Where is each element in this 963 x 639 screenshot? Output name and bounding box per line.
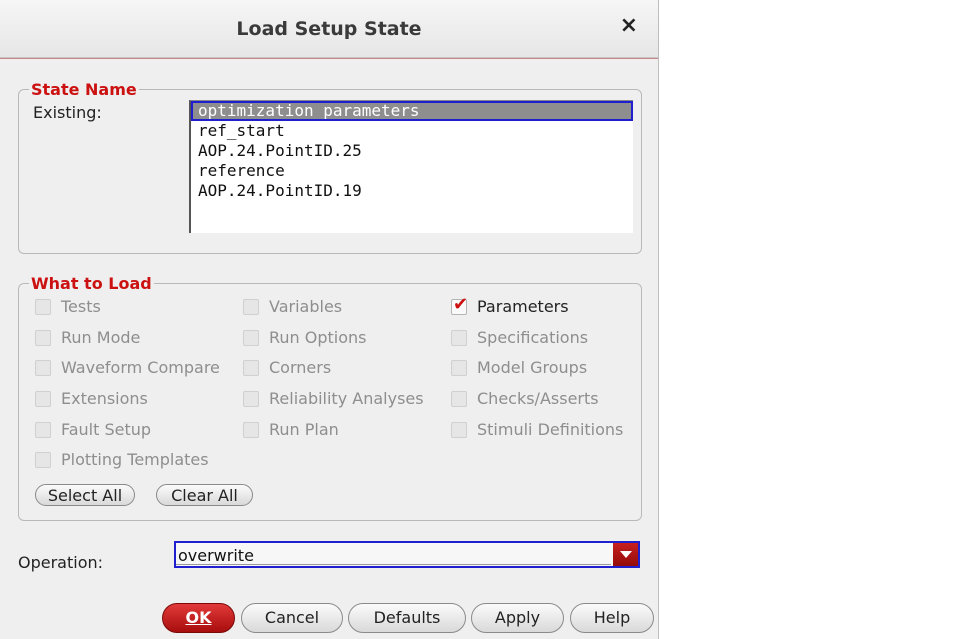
checkbox-unchecked-icon[interactable]: [35, 298, 51, 315]
help-label: Help: [593, 608, 631, 627]
checkbox-variables[interactable]: Variables: [243, 297, 342, 316]
checkbox-label: Waveform Compare: [61, 358, 220, 377]
checkbox-unchecked-icon[interactable]: [35, 421, 51, 438]
checkbox-run-mode[interactable]: Run Mode: [35, 328, 140, 347]
chevron-down-icon[interactable]: [613, 543, 638, 566]
operation-underline: [176, 564, 611, 565]
checkbox-unchecked-icon[interactable]: [451, 359, 467, 376]
checkbox-unchecked-icon[interactable]: [35, 359, 51, 376]
checkbox-stimuli-definitions[interactable]: Stimuli Definitions: [451, 420, 623, 439]
checkbox-label: Run Options: [269, 328, 367, 347]
checkbox-unchecked-icon[interactable]: [451, 390, 467, 407]
checkbox-label: Corners: [269, 358, 332, 377]
dialog-title: Load Setup State: [236, 18, 422, 40]
operation-value: overwrite: [178, 546, 254, 565]
checkbox-label: Checks/Asserts: [477, 389, 599, 408]
checkbox-reliability-analyses[interactable]: Reliability Analyses: [243, 389, 424, 408]
state-list-item[interactable]: AOP.24.PointID.25: [191, 141, 633, 161]
checkbox-label: Tests: [61, 297, 101, 316]
select-all-button[interactable]: Select All: [35, 484, 135, 506]
checkbox-unchecked-icon[interactable]: [35, 390, 51, 407]
checkbox-extensions[interactable]: Extensions: [35, 389, 148, 408]
title-bar: Load Setup State ×: [0, 0, 658, 59]
checkbox-plotting-templates[interactable]: Plotting Templates: [35, 450, 209, 469]
checkbox-checks-asserts[interactable]: Checks/Asserts: [451, 389, 599, 408]
checkbox-label: Specifications: [477, 328, 589, 347]
close-icon[interactable]: ×: [620, 15, 638, 37]
checkbox-unchecked-icon[interactable]: [243, 359, 259, 376]
ok-label: OK: [185, 608, 212, 627]
ok-button[interactable]: OK: [162, 603, 235, 633]
state-list-item[interactable]: AOP.24.PointID.19: [191, 181, 633, 201]
cancel-button[interactable]: Cancel: [241, 603, 343, 633]
checkbox-label: Fault Setup: [61, 420, 152, 439]
checkbox-unchecked-icon[interactable]: [243, 421, 259, 438]
checkbox-waveform-compare[interactable]: Waveform Compare: [35, 358, 220, 377]
checkmark-icon: ✔: [453, 293, 469, 315]
checkbox-run-options[interactable]: Run Options: [243, 328, 367, 347]
checkbox-unchecked-icon[interactable]: [35, 329, 51, 346]
clear-all-label: Clear All: [171, 486, 238, 505]
checkbox-label: Reliability Analyses: [269, 389, 424, 408]
load-setup-state-dialog: Load Setup State × State Name Existing: …: [0, 0, 659, 639]
checkbox-label: Parameters: [477, 297, 569, 316]
checkbox-unchecked-icon[interactable]: [451, 329, 467, 346]
apply-button[interactable]: Apply: [471, 603, 564, 633]
checkbox-label: Plotting Templates: [61, 450, 209, 469]
title-divider: [0, 58, 658, 59]
checkbox-model-groups[interactable]: Model Groups: [451, 358, 587, 377]
state-list-item[interactable]: optimization_parameters: [191, 101, 633, 121]
checkbox-tests[interactable]: Tests: [35, 297, 101, 316]
clear-all-button[interactable]: Clear All: [156, 484, 253, 506]
checkbox-label: Run Mode: [61, 328, 141, 347]
checkbox-fault-setup[interactable]: Fault Setup: [35, 420, 151, 439]
checkbox-unchecked-icon[interactable]: [451, 421, 467, 438]
checkbox-unchecked-icon[interactable]: [243, 329, 259, 346]
checkbox-parameters[interactable]: ✔ Parameters: [451, 294, 569, 316]
checkbox-label: Extensions: [61, 389, 148, 408]
operation-label: Operation:: [18, 553, 104, 572]
checkbox-run-plan[interactable]: Run Plan: [243, 420, 339, 439]
state-name-legend: State Name: [31, 80, 137, 99]
checkbox-specifications[interactable]: Specifications: [451, 328, 588, 347]
checkbox-unchecked-icon[interactable]: [243, 298, 259, 315]
checkbox-label: Stimuli Definitions: [477, 420, 624, 439]
checkbox-checked-icon[interactable]: ✔: [451, 294, 468, 315]
what-to-load-legend: What to Load: [31, 274, 152, 293]
cancel-label: Cancel: [264, 608, 320, 627]
existing-states-list[interactable]: optimization_parameters ref_start AOP.24.P…: [189, 100, 633, 233]
state-list-item[interactable]: ref_start: [191, 121, 633, 141]
checkbox-corners[interactable]: Corners: [243, 358, 331, 377]
defaults-button[interactable]: Defaults: [348, 603, 466, 633]
checkbox-label: Variables: [269, 297, 343, 316]
operation-select[interactable]: overwrite: [174, 541, 640, 568]
apply-label: Apply: [494, 608, 541, 627]
checkbox-unchecked-icon[interactable]: [35, 451, 51, 468]
checkbox-label: Model Groups: [477, 358, 588, 377]
existing-label: Existing:: [33, 103, 102, 122]
state-list-item[interactable]: reference: [191, 161, 633, 181]
help-button[interactable]: Help: [570, 603, 654, 633]
select-all-label: Select All: [47, 486, 123, 505]
checkbox-unchecked-icon[interactable]: [243, 390, 259, 407]
checkbox-label: Run Plan: [269, 420, 339, 439]
defaults-label: Defaults: [373, 608, 441, 627]
